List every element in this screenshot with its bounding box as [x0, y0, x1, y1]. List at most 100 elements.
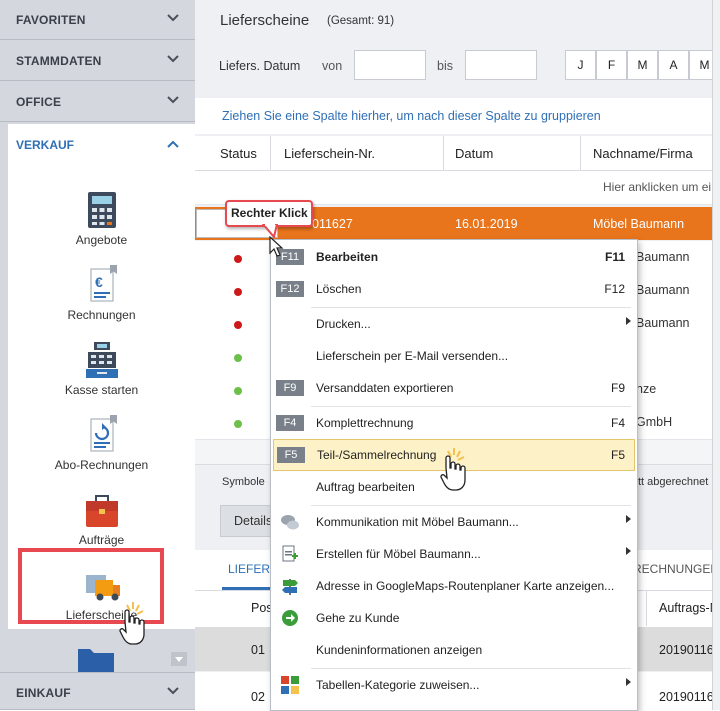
month-button[interactable]: A [658, 50, 689, 80]
month-button[interactable]: M [627, 50, 658, 80]
menu-label: Gehe zu Kunde [316, 611, 400, 625]
menu-item-loeschen[interactable]: F12 Löschen F12 [271, 273, 637, 305]
cell-name: nze [636, 382, 657, 396]
cell-name: Baumann [636, 250, 690, 264]
chevron-down-icon [167, 687, 179, 695]
column-header-number[interactable]: Lieferschein-Nr. [284, 146, 375, 161]
signpost-icon [282, 579, 298, 595]
menu-label: Löschen [316, 282, 362, 296]
menu-label: Lieferschein per E-Mail versenden... [316, 349, 509, 363]
menu-item-komplettrechnung[interactable]: F4 Komplettrechnung F4 [271, 407, 637, 439]
status-dot-green [234, 420, 242, 428]
details-label: Details [234, 514, 273, 528]
column-divider [270, 136, 271, 170]
legend-symbols: Symbole [222, 476, 265, 488]
cell-name: Möbel Baumann [593, 217, 685, 231]
menu-item-bearbeiten[interactable]: F11 Bearbeiten F11 [271, 241, 637, 273]
menu-label: Kommunikation mit Möbel Baumann... [316, 515, 519, 529]
menu-item-kundeninformationen[interactable]: Kundeninformationen anzeigen [271, 634, 637, 666]
legend-settled: tt abgerechnet [638, 476, 709, 488]
sidebar-item-auftraege[interactable]: Aufträge [8, 490, 195, 547]
cash-register-icon [82, 340, 122, 380]
month-button[interactable]: J [565, 50, 596, 80]
date-to-input[interactable] [465, 50, 537, 80]
date-filter-label: Liefers. Datum [219, 59, 301, 73]
invoice-euro-icon: € [82, 265, 122, 305]
sidebar-section-einkauf[interactable]: EINKAUF [0, 672, 195, 710]
cell-pos: 02 [251, 690, 265, 704]
menu-item-erstellen[interactable]: Erstellen für Möbel Baumann... [271, 538, 637, 570]
chat-bubbles-icon [281, 515, 299, 530]
column-divider [580, 136, 581, 170]
status-dot-red [234, 321, 242, 329]
status-dot-green [234, 354, 242, 362]
go-arrow-icon [282, 610, 298, 626]
chevron-down-icon [167, 55, 179, 63]
hand-cursor-icon [119, 602, 145, 645]
filter-hint: Hier anklicken um ei [603, 180, 712, 194]
menu-label: Erstellen für Möbel Baumann... [316, 547, 481, 561]
menu-label: Bearbeiten [316, 250, 379, 264]
sidebar-item-label: Aufträge [78, 533, 125, 547]
sidebar-item-angebote[interactable]: Angebote [8, 190, 195, 247]
sidebar-item-abo-rechnungen[interactable]: Abo-Rechnungen [8, 415, 195, 472]
create-document-icon [282, 545, 298, 562]
section-label[interactable]: VERKAUF [16, 138, 74, 152]
cell-date: 16.01.2019 [455, 217, 518, 231]
sidebar-item-kasse[interactable]: Kasse starten [8, 340, 195, 397]
tab-lieferungen[interactable]: LIEFER [228, 562, 270, 576]
submenu-arrow-icon [626, 515, 631, 523]
menu-item-tabellen-kategorie[interactable]: Tabellen-Kategorie zuweisen... [271, 669, 637, 701]
menu-label: Teil-/Sammelrechnung [317, 448, 437, 462]
column-header-name[interactable]: Nachname/Firma [593, 146, 693, 161]
menu-label: Versanddaten exportieren [316, 381, 454, 395]
from-label: von [322, 59, 343, 73]
submenu-arrow-icon [626, 678, 631, 686]
menu-item-email[interactable]: Lieferschein per E-Mail versenden... [271, 340, 637, 372]
menu-shortcut: F9 [610, 381, 625, 395]
cell-auftrag: 20190116 [659, 690, 714, 704]
chevron-down-icon [167, 14, 179, 22]
section-label: STAMMDATEN [16, 54, 102, 68]
mouse-pointer-icon [269, 236, 284, 257]
menu-item-versanddaten[interactable]: F9 Versanddaten exportieren F9 [271, 372, 637, 404]
menu-item-googlemaps[interactable]: Adresse in GoogleMaps-Routenplaner Karte… [271, 570, 637, 602]
status-dot-red [234, 288, 242, 296]
collapse-arrow-icon[interactable] [171, 652, 187, 666]
column-header-status[interactable]: Status [220, 146, 257, 161]
sidebar-section-office[interactable]: OFFICE [0, 82, 195, 122]
menu-label: Tabellen-Kategorie zuweisen... [316, 678, 480, 692]
cell-auftrag: 20190116 [659, 643, 714, 657]
menu-item-kommunikation[interactable]: Kommunikation mit Möbel Baumann... [271, 506, 637, 538]
key-badge: F5 [277, 447, 305, 463]
total-count: (Gesamt: 91) [327, 15, 395, 27]
subscription-invoice-icon [82, 415, 122, 455]
menu-item-gehe-zu-kunde[interactable]: Gehe zu Kunde [271, 602, 637, 634]
menu-label: Komplettrechnung [316, 416, 414, 430]
sidebar-section-favoriten[interactable]: FAVORITEN [0, 0, 195, 40]
section-label: FAVORITEN [16, 13, 86, 27]
cell-pos: 01 [251, 643, 265, 657]
tab-rechnungen[interactable]: RECHNUNGEN [633, 562, 719, 576]
vertical-scrollbar[interactable] [712, 0, 720, 710]
chevron-up-icon[interactable] [165, 136, 181, 152]
status-dot-green [234, 387, 242, 395]
chevron-down-icon [167, 96, 179, 104]
column-header-auftrag[interactable]: Auftrags-N [659, 601, 719, 615]
month-button[interactable]: F [596, 50, 627, 80]
sidebar-item-rechnungen[interactable]: € Rechnungen [8, 265, 195, 322]
key-badge: F12 [276, 281, 304, 297]
section-label: OFFICE [16, 95, 62, 109]
cell-name: Baumann [636, 283, 690, 297]
column-divider [646, 590, 647, 626]
column-header-date[interactable]: Datum [455, 146, 493, 161]
date-from-input[interactable] [354, 50, 426, 80]
group-hint: Ziehen Sie eine Spalte hierher, um nach … [222, 109, 601, 123]
sidebar-item-label: Abo-Rechnungen [54, 458, 149, 472]
sidebar-item-label: Rechnungen [67, 308, 136, 322]
sidebar-section-stammdaten[interactable]: STAMMDATEN [0, 41, 195, 81]
hand-cursor-icon [440, 448, 466, 491]
page-title: Lieferscheine [220, 12, 310, 29]
menu-label: Kundeninformationen anzeigen [316, 643, 483, 657]
menu-item-drucken[interactable]: Drucken... [271, 308, 637, 340]
